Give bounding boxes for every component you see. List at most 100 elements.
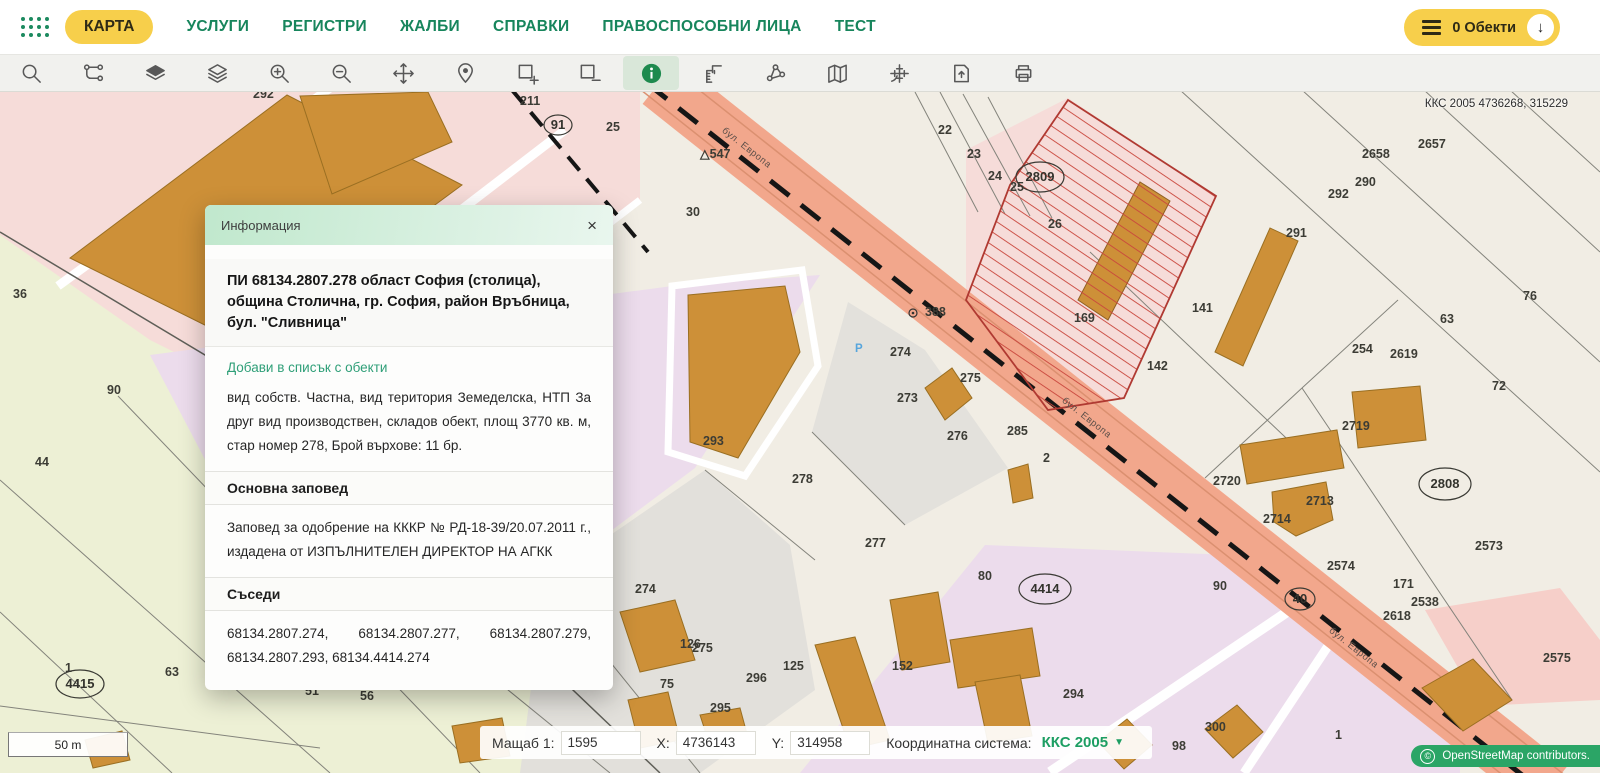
info-icon[interactable] xyxy=(623,56,679,90)
search-icon[interactable] xyxy=(0,56,62,90)
pan-icon[interactable] xyxy=(372,56,434,90)
info-popup-title: Информация xyxy=(221,218,301,233)
svg-text:63: 63 xyxy=(165,665,179,679)
svg-text:285: 285 xyxy=(1007,424,1028,438)
attribution-text: OpenStreetMap contributors. xyxy=(1442,750,1590,762)
scale-input[interactable] xyxy=(561,731,641,755)
svg-text:290: 290 xyxy=(1355,175,1376,189)
hamburger-icon xyxy=(1422,20,1441,35)
svg-text:90: 90 xyxy=(107,383,121,397)
svg-text:141: 141 xyxy=(1192,301,1213,315)
nav-item-karta[interactable]: КАРТА xyxy=(65,10,153,44)
svg-text:388: 388 xyxy=(925,305,946,319)
svg-text:296: 296 xyxy=(746,671,767,685)
zoom-out-icon[interactable] xyxy=(310,56,372,90)
svg-text:291: 291 xyxy=(1286,226,1307,240)
svg-text:24: 24 xyxy=(988,169,1002,183)
page: { "header": { "nav": [ {"label": "КАРТА"… xyxy=(0,0,1600,773)
svg-text:2538: 2538 xyxy=(1411,595,1439,609)
select-add-icon[interactable] xyxy=(496,56,558,90)
svg-text:211: 211 xyxy=(520,94,540,108)
svg-text:90: 90 xyxy=(1213,579,1227,593)
x-label: X: xyxy=(657,735,670,751)
select-remove-icon[interactable] xyxy=(558,56,620,90)
location-pin-icon[interactable] xyxy=(434,56,496,90)
nav-item-zhalbi[interactable]: ЖАЛБИ xyxy=(400,18,460,36)
layers-stack-icon[interactable] xyxy=(186,56,248,90)
svg-text:275: 275 xyxy=(960,371,981,385)
nav-item-registri[interactable]: РЕГИСТРИ xyxy=(282,18,367,36)
svg-text:276: 276 xyxy=(947,429,968,443)
svg-text:254: 254 xyxy=(1352,342,1373,356)
svg-text:2719: 2719 xyxy=(1342,419,1370,433)
svg-text:169: 169 xyxy=(1074,311,1095,325)
crs-dropdown[interactable]: ККС 2005 xyxy=(1042,734,1108,751)
svg-text:2658: 2658 xyxy=(1362,147,1390,161)
svg-text:2618: 2618 xyxy=(1383,609,1411,623)
apps-grid-icon[interactable] xyxy=(20,16,51,39)
svg-text:4414: 4414 xyxy=(1031,581,1061,596)
layers-filled-icon[interactable] xyxy=(124,56,186,90)
svg-text:274: 274 xyxy=(890,345,911,359)
parcel-details-text: вид собств. Частна, вид територия Земеде… xyxy=(227,386,591,458)
svg-text:25: 25 xyxy=(606,120,620,134)
svg-text:293: 293 xyxy=(703,434,724,448)
zoom-in-icon[interactable] xyxy=(248,56,310,90)
svg-text:63: 63 xyxy=(1440,312,1454,326)
map-fold-icon[interactable] xyxy=(806,56,868,90)
x-coordinate-input[interactable] xyxy=(676,731,756,755)
svg-text:76: 76 xyxy=(1523,289,1537,303)
svg-text:△547: △547 xyxy=(699,147,731,161)
close-icon[interactable]: × xyxy=(587,217,597,234)
corner-measure-icon[interactable] xyxy=(682,56,744,90)
svg-text:22: 22 xyxy=(938,123,952,137)
y-coordinate-input[interactable] xyxy=(790,731,870,755)
svg-text:2713: 2713 xyxy=(1306,494,1334,508)
svg-text:126: 126 xyxy=(680,637,701,651)
svg-text:295: 295 xyxy=(710,701,731,715)
svg-text:142: 142 xyxy=(1147,359,1168,373)
network-icon[interactable] xyxy=(744,56,806,90)
svg-text:1: 1 xyxy=(1335,728,1342,742)
svg-text:75: 75 xyxy=(660,677,674,691)
svg-text:171: 171 xyxy=(1393,577,1414,591)
map-scale-bar: 50 m xyxy=(8,732,128,757)
export-icon[interactable] xyxy=(930,56,992,90)
print-icon[interactable] xyxy=(992,56,1054,90)
svg-text:4415: 4415 xyxy=(66,676,95,691)
svg-text:30: 30 xyxy=(686,205,700,219)
svg-text:40: 40 xyxy=(1293,591,1307,606)
scale-label: Мащаб 1: xyxy=(492,735,555,751)
nav-item-pravosposobni-litsa[interactable]: ПРАВОСПОСОБНИ ЛИЦА xyxy=(602,18,801,36)
download-arrow-icon[interactable]: ↓ xyxy=(1527,14,1554,41)
svg-text:44: 44 xyxy=(35,455,49,469)
svg-text:56: 56 xyxy=(360,689,374,703)
svg-text:2809: 2809 xyxy=(1026,169,1055,184)
nav-item-spravki[interactable]: СПРАВКИ xyxy=(493,18,569,36)
order-section-title: Основна заповед xyxy=(205,471,613,505)
add-to-objects-link[interactable]: Добави в списък с обекти xyxy=(227,360,591,375)
chevron-down-icon[interactable]: ▼ xyxy=(1114,737,1124,748)
svg-text:125: 125 xyxy=(783,659,804,673)
nav-item-test[interactable]: ТЕСТ xyxy=(835,18,876,36)
objects-list-button[interactable]: 0 Обекти ↓ xyxy=(1404,9,1560,46)
svg-text:23: 23 xyxy=(967,147,981,161)
axes-icon[interactable] xyxy=(868,56,930,90)
svg-text:36: 36 xyxy=(13,287,27,301)
svg-text:72: 72 xyxy=(1492,379,1506,393)
route-icon[interactable] xyxy=(62,56,124,90)
crs-label: Координатна система: xyxy=(886,735,1031,751)
svg-text:2619: 2619 xyxy=(1390,347,1418,361)
y-label: Y: xyxy=(772,735,784,751)
svg-text:2657: 2657 xyxy=(1418,137,1446,151)
nav-item-uslugi[interactable]: УСЛУГИ xyxy=(186,18,249,36)
svg-text:98: 98 xyxy=(1172,739,1186,753)
osm-attribution[interactable]: © OpenStreetMap contributors. xyxy=(1411,745,1600,767)
neighbors-section-title: Съседи xyxy=(205,577,613,611)
svg-text:292: 292 xyxy=(1328,187,1349,201)
info-popup-header[interactable]: Информация × xyxy=(205,205,613,245)
map-toolbar xyxy=(0,54,1600,92)
svg-text:277: 277 xyxy=(865,536,886,550)
top-navigation-bar: КАРТА УСЛУГИ РЕГИСТРИ ЖАЛБИ СПРАВКИ ПРАВ… xyxy=(0,0,1600,54)
svg-text:294: 294 xyxy=(1063,687,1084,701)
